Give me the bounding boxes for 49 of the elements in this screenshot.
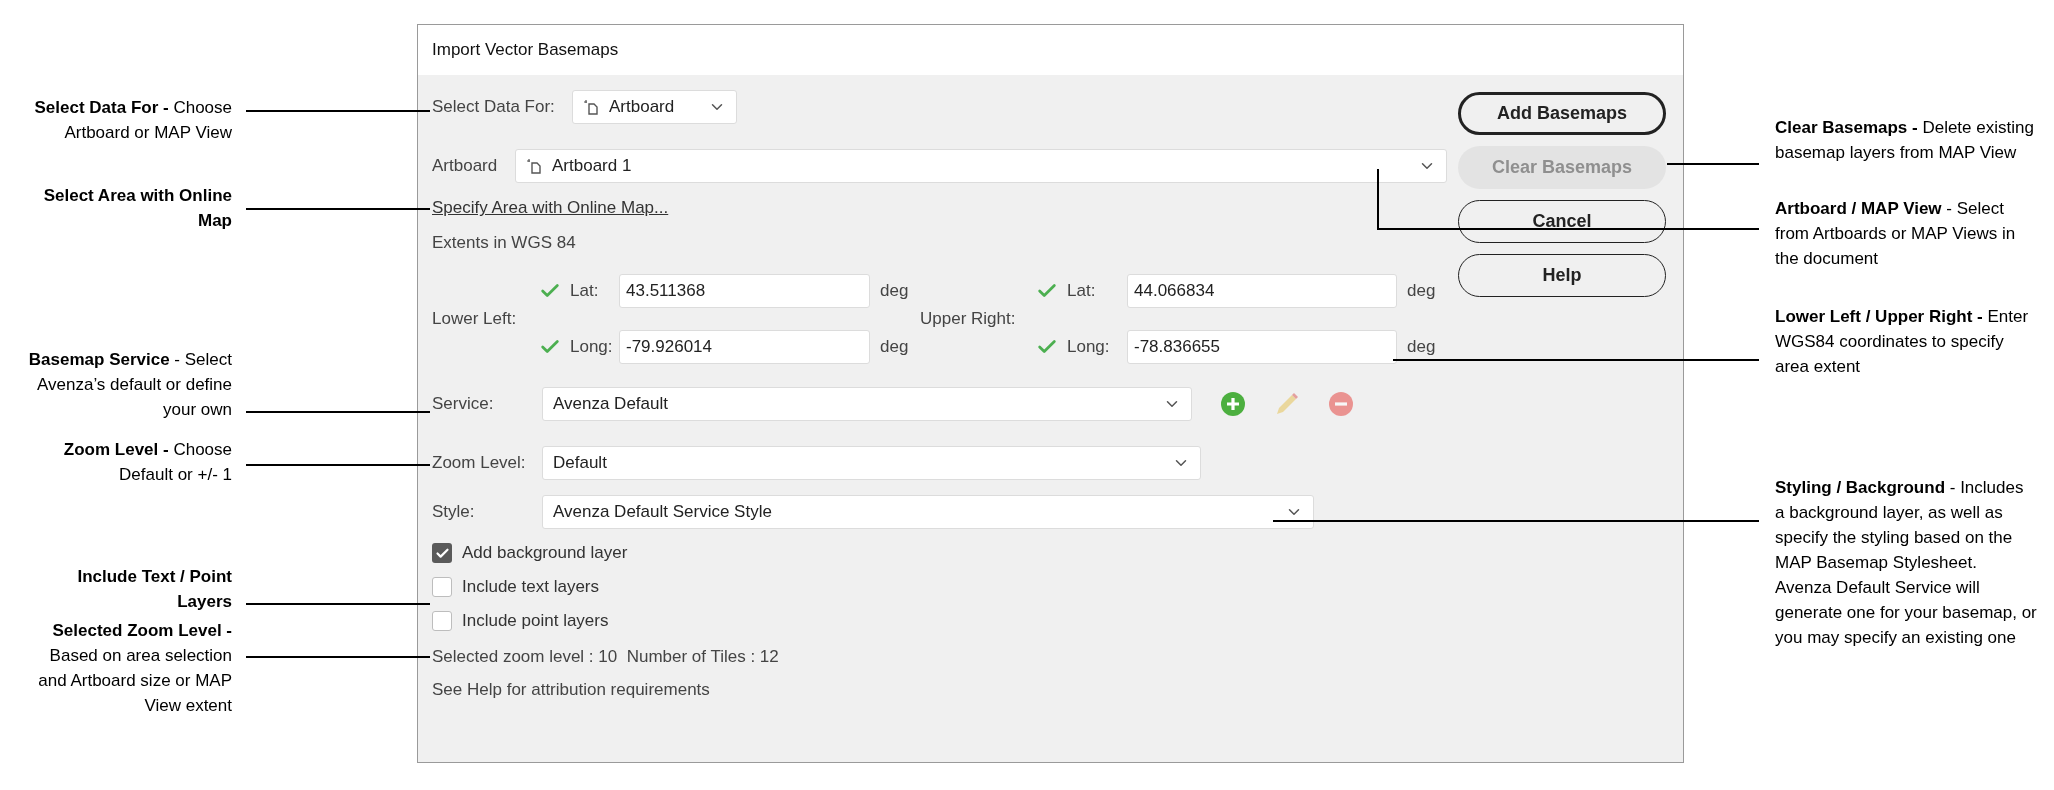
- coordinate-input[interactable]: -79.926014: [619, 330, 870, 364]
- callout-text: Zoom Level - Choose Default or +/- 1: [62, 439, 232, 486]
- callout-text: Selected Zoom Level - Based on area selection and Artboard size or MAP View extent: [37, 620, 232, 717]
- callout-text: Select Data For - Choose Artboard or MAP View: [33, 97, 232, 144]
- checkbox[interactable]: [432, 577, 452, 597]
- field-label: Long:: [1067, 336, 1111, 359]
- corner-label: Upper Right:: [920, 308, 1017, 331]
- field-label: Select Data For:: [432, 96, 556, 119]
- callout-text: Artboard / MAP View - Select from Artboards or MAP Views in the document: [1775, 198, 2017, 270]
- coordinate-input[interactable]: 44.066834: [1127, 274, 1397, 308]
- checkbox-label: Include text layers: [462, 576, 599, 599]
- zoom-info-text: Selected zoom level : 10 Number of Tiles : 12: [432, 646, 780, 666]
- field-label: Zoom Level:: [432, 452, 527, 475]
- field-label: Artboard: [432, 155, 499, 178]
- callout-text: Include Text / Point Layers: [76, 566, 232, 613]
- callout-text: Clear Basemaps - Delete existing basemap layers from MAP View: [1775, 117, 2035, 164]
- artboard-icon: [583, 99, 599, 115]
- service-dropdown[interactable]: Avenza Default: [542, 387, 1192, 421]
- dialog-button[interactable]: Add Basemaps: [1458, 92, 1666, 135]
- field-label: Lat:: [570, 280, 600, 303]
- unit-label: deg: [1407, 336, 1437, 359]
- coordinate-input[interactable]: -78.836655: [1127, 330, 1397, 364]
- artboard-dropdown[interactable]: Artboard 1: [515, 149, 1447, 183]
- field-label: Style:: [432, 501, 476, 524]
- style-dropdown[interactable]: Avenza Default Service Style: [542, 495, 1314, 529]
- field-label: Lat:: [1067, 280, 1097, 303]
- unit-label: deg: [880, 280, 910, 303]
- checkbox[interactable]: [432, 611, 452, 631]
- field-label: Long:: [570, 336, 614, 359]
- callout-text: Styling / Background - Includes a background layer, as well as specify the styling based on the MAP Basemap Stylesheet. Avenza Default Service will generate one for your basemap, or you may specify an existing one: [1775, 477, 2037, 649]
- checkbox-label: Add background layer: [462, 542, 628, 565]
- select-data-dropdown[interactable]: Artboard: [572, 90, 737, 124]
- corner-label: Lower Left:: [432, 308, 518, 331]
- artboard-icon: [526, 158, 542, 174]
- zoom-level-dropdown[interactable]: Default: [542, 446, 1201, 480]
- window-title: Import Vector Basemaps: [432, 39, 619, 62]
- unit-label: deg: [1407, 280, 1437, 303]
- plus-circle-icon[interactable]: [1220, 391, 1246, 417]
- checkbox-label: Include point layers: [462, 610, 609, 633]
- callout-text: Lower Left / Upper Right - Enter WGS84 coordinates to specify area extent: [1775, 306, 2030, 378]
- unit-label: deg: [880, 336, 910, 359]
- coordinate-input[interactable]: 43.511368: [619, 274, 870, 308]
- callout-text: Basemap Service - Select Avenza’s default or define your own: [27, 349, 232, 421]
- attribution-note: See Help for attribution requirements: [432, 679, 711, 699]
- extents-label: Extents in WGS 84: [432, 232, 577, 252]
- checkbox[interactable]: [432, 543, 452, 563]
- callout-text: Select Area with Online Map: [42, 185, 232, 232]
- online-map-link[interactable]: Specify Area with Online Map...: [432, 195, 669, 221]
- field-label: Service:: [432, 393, 495, 416]
